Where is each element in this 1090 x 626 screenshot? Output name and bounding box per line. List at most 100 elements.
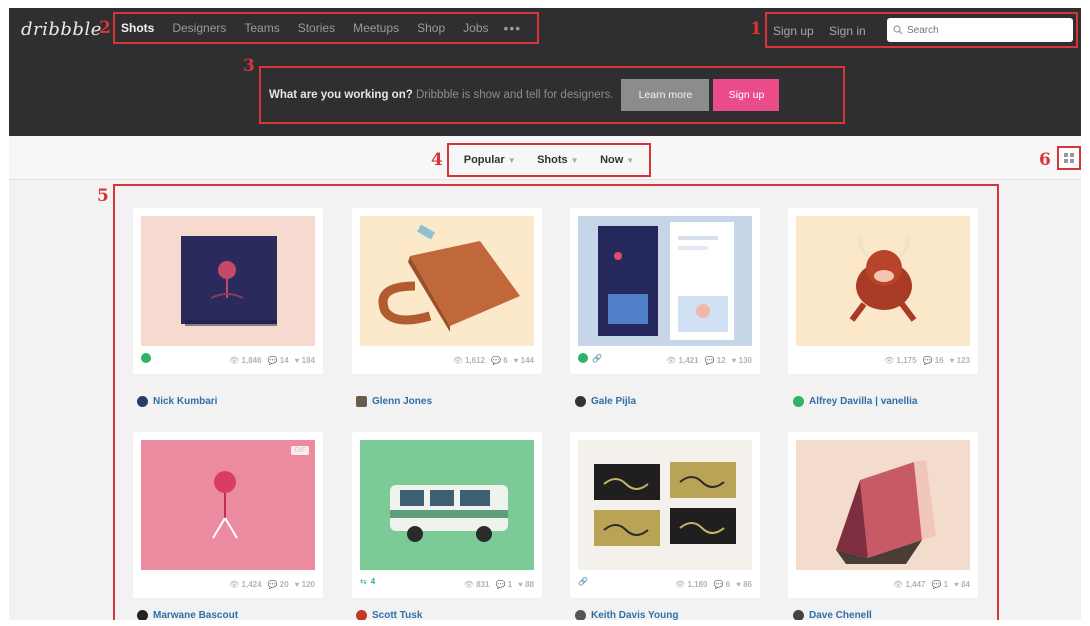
- dribbble-logo[interactable]: dribbble: [21, 19, 102, 40]
- shot-thumbnail[interactable]: [796, 216, 970, 346]
- sort-dropdown[interactable]: Popular ▼: [464, 154, 516, 166]
- likes-count[interactable]: ♥ 88: [518, 580, 534, 589]
- more-menu-icon[interactable]: •••: [498, 20, 528, 36]
- mug-illustration-image: [378, 224, 520, 332]
- nav-designers[interactable]: Designers: [163, 21, 235, 35]
- top-nav-bar: dribbble 2 Shots Designers Teams Stories…: [9, 8, 1081, 52]
- nav-jobs[interactable]: Jobs: [454, 21, 497, 35]
- nav-stories[interactable]: Stories: [289, 21, 344, 35]
- hero-text: What are you working on? Dribbble is sho…: [269, 89, 613, 101]
- shot-thumbnail[interactable]: GIF: [141, 440, 315, 570]
- sign-up-link[interactable]: Sign up: [773, 24, 814, 38]
- hero-banner: 3 What are you working on? Dribbble is s…: [9, 52, 1081, 136]
- attachment-icon: 🔗: [592, 353, 602, 363]
- views-value: 831: [476, 579, 490, 589]
- author-name: Nick Kumbari: [153, 396, 218, 407]
- views-value: 1,421: [678, 355, 699, 365]
- likes-count[interactable]: ♥ 86: [736, 580, 752, 589]
- abstract-shape-image: [836, 460, 936, 564]
- comments-value: 14: [279, 355, 289, 365]
- shot-stats: 👁 1,846 💬 14 ♥ 184: [141, 353, 315, 367]
- avatar: [137, 396, 148, 407]
- shot-thumbnail[interactable]: [141, 216, 315, 346]
- mobile-app-screens-image: [598, 222, 734, 340]
- shot-author[interactable]: Alfrey Davilla | vanellia: [793, 396, 917, 407]
- hero-content: What are you working on? Dribbble is sho…: [259, 66, 845, 124]
- shot-badges: 🔗: [578, 353, 602, 363]
- sign-in-link[interactable]: Sign in: [829, 24, 866, 38]
- search-input[interactable]: [907, 24, 1067, 36]
- rebound-count: 4: [370, 577, 376, 586]
- hero-sign-up-button[interactable]: Sign up: [713, 79, 780, 111]
- shot-author[interactable]: Scott Tusk: [356, 610, 422, 620]
- likes-value: 184: [301, 355, 315, 365]
- avatar: [575, 610, 586, 620]
- comments-count: 💬 6: [713, 579, 731, 589]
- shot-badges: 🔗: [578, 577, 588, 586]
- comments-value: 6: [725, 579, 731, 589]
- likes-count[interactable]: ♥ 123: [950, 356, 970, 365]
- shot-thumbnail[interactable]: [360, 216, 534, 346]
- shot-author[interactable]: Marwane Bascout: [137, 610, 238, 620]
- likes-count[interactable]: ♥ 120: [295, 580, 315, 589]
- shot-thumbnail[interactable]: [578, 216, 752, 346]
- comments-count: 💬 6: [491, 355, 508, 365]
- comments-value: 20: [279, 579, 289, 589]
- author-name: Keith Davis Young: [591, 610, 679, 620]
- shot-stats: 👁 1,612 💬 6 ♥ 144: [360, 353, 534, 367]
- team-badge-icon: [141, 353, 151, 363]
- likes-value: 86: [743, 579, 752, 589]
- nav-shots[interactable]: Shots: [119, 21, 163, 35]
- views-value: 1,180: [687, 579, 708, 589]
- shot-card[interactable]: ⇆ 4 👁 831 💬 1 ♥ 88: [352, 432, 542, 598]
- shot-author[interactable]: Glenn Jones: [356, 396, 432, 407]
- nav-teams[interactable]: Teams: [235, 21, 288, 35]
- likes-count[interactable]: ♥ 184: [295, 356, 315, 365]
- sort-label: Popular: [463, 154, 505, 166]
- shot-thumbnail[interactable]: [796, 440, 970, 570]
- shot-author[interactable]: Nick Kumbari: [137, 396, 217, 407]
- views-value: 1,175: [896, 355, 917, 365]
- shot-card[interactable]: GIF 👁 1,424 💬 20 ♥ 120: [133, 432, 323, 598]
- avatar: [793, 610, 804, 620]
- type-dropdown[interactable]: Shots ▼: [537, 154, 578, 166]
- search-box[interactable]: [887, 18, 1073, 42]
- nav-shop[interactable]: Shop: [408, 21, 454, 35]
- comments-value: 1: [943, 579, 949, 589]
- avatar: [356, 610, 367, 620]
- type-label: Shots: [537, 154, 568, 166]
- shot-author[interactable]: Dave Chenell: [793, 610, 872, 620]
- likes-value: 123: [956, 355, 970, 365]
- shot-card[interactable]: 👁 1,846 💬 14 ♥ 184: [133, 208, 323, 374]
- album-cover-image: [181, 236, 277, 326]
- shot-card[interactable]: 👁 1,447 💬 1 ♥ 84: [788, 432, 978, 598]
- shot-thumbnail[interactable]: [578, 440, 752, 570]
- likes-count[interactable]: ♥ 144: [514, 356, 534, 365]
- views-value: 1,424: [241, 579, 262, 589]
- shot-stats: 🔗 👁 1,180 💬 6 ♥ 86: [578, 577, 752, 591]
- comments-value: 6: [503, 355, 508, 365]
- likes-count[interactable]: ♥ 84: [954, 580, 970, 589]
- shot-author[interactable]: Keith Davis Young: [575, 610, 678, 620]
- shot-card[interactable]: 🔗 👁 1,421 💬 12 ♥ 130: [570, 208, 760, 374]
- annotation-5: 5: [97, 186, 109, 206]
- views-count: 👁 1,175: [884, 355, 917, 365]
- nav-meetups[interactable]: Meetups: [344, 21, 408, 35]
- shot-author[interactable]: Gale Pijla: [575, 396, 636, 407]
- shot-card[interactable]: 🔗 👁 1,180 💬 6 ♥ 86: [570, 432, 760, 598]
- author-name: Alfrey Davilla | vanellia: [809, 396, 918, 407]
- likes-value: 88: [525, 579, 534, 589]
- annotation-4: 4: [431, 150, 443, 170]
- shot-thumbnail[interactable]: [360, 440, 534, 570]
- shot-card[interactable]: 👁 1,175 💬 16 ♥ 123: [788, 208, 978, 374]
- views-count: 👁 1,421: [666, 355, 699, 365]
- likes-value: 130: [738, 355, 752, 365]
- shot-card[interactable]: 👁 1,612 💬 6 ♥ 144: [352, 208, 542, 374]
- views-count: 👁 1,846: [229, 355, 262, 365]
- likes-count[interactable]: ♥ 130: [732, 356, 752, 365]
- time-dropdown[interactable]: Now ▼: [600, 154, 634, 166]
- learn-more-button[interactable]: Learn more: [621, 79, 710, 111]
- grid-view-button[interactable]: [1057, 146, 1081, 170]
- annotation-3: 3: [243, 56, 255, 76]
- annotation-2: 2: [99, 18, 111, 38]
